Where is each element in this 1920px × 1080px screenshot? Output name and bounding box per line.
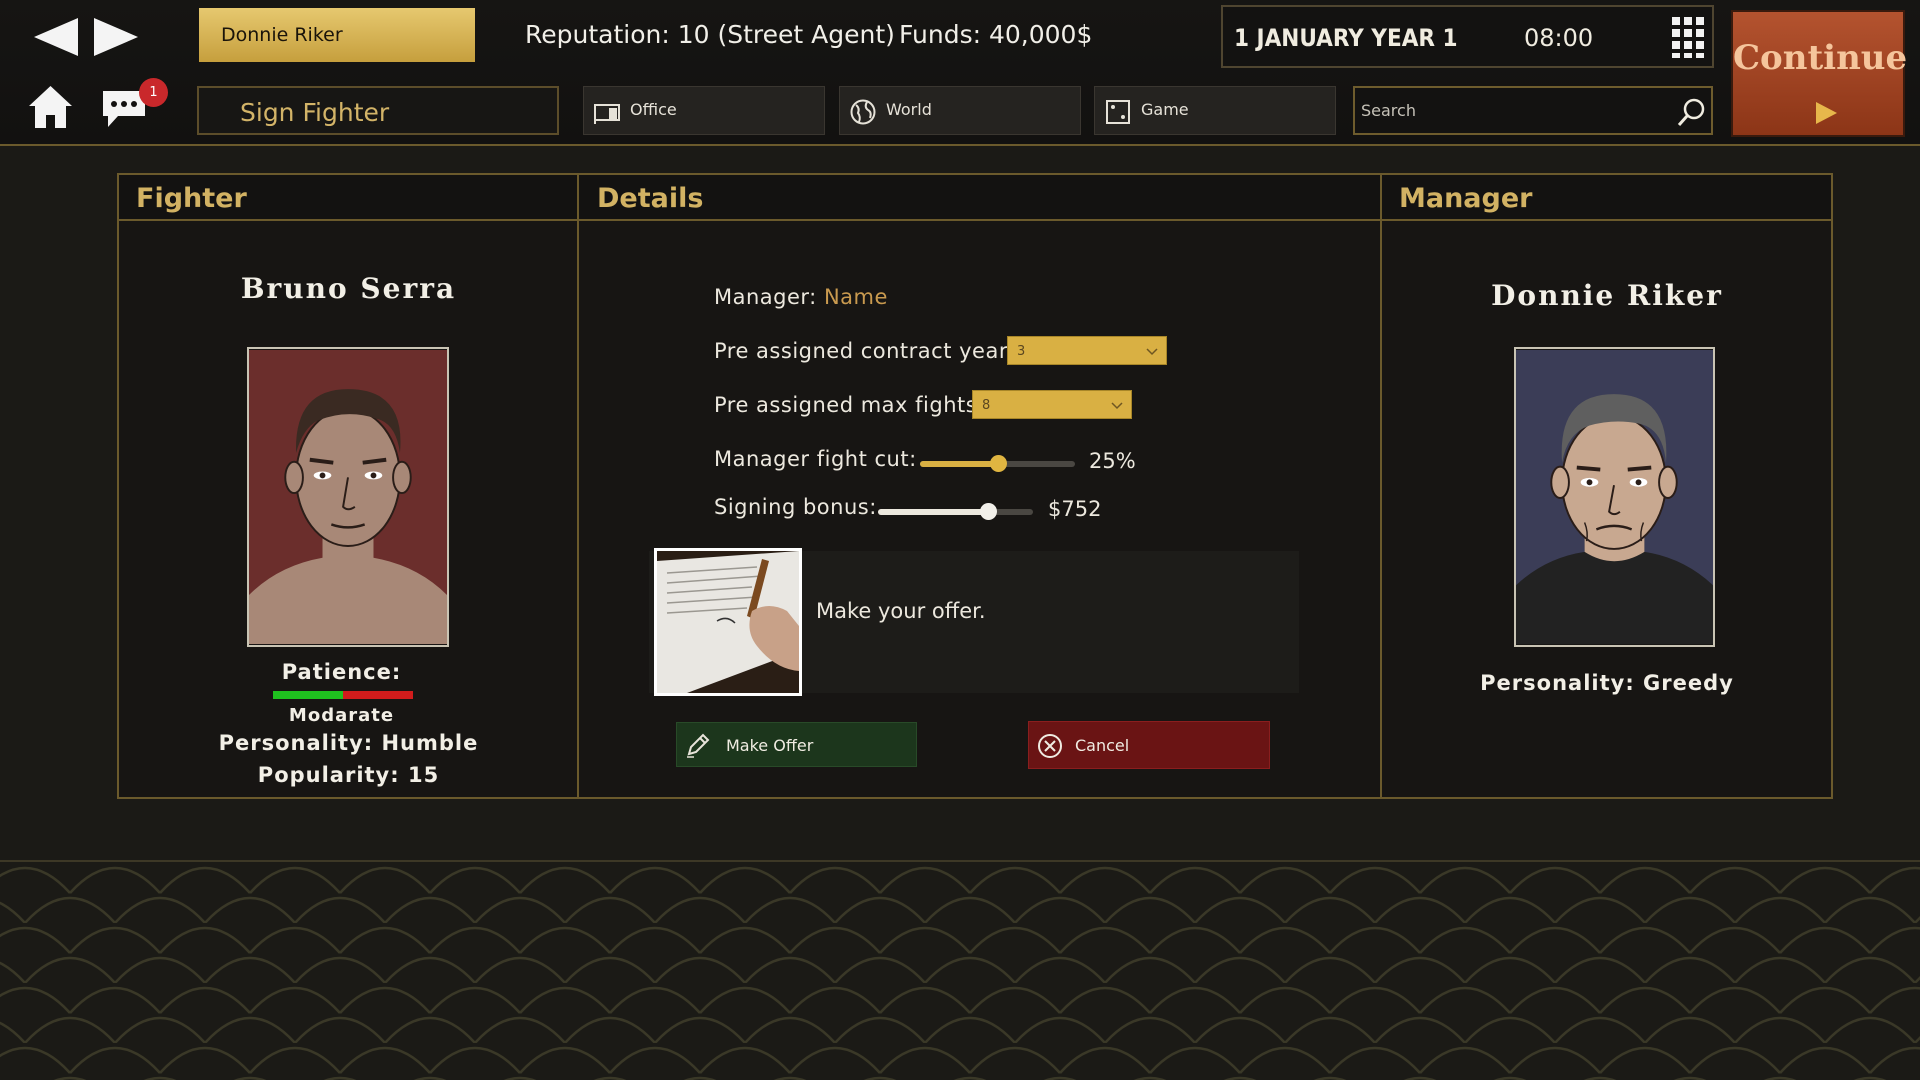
fight-cut-slider-fill [920,461,998,467]
offer-prompt: Make your offer. [816,599,986,623]
column-divider [577,175,579,797]
manager-portrait [1514,347,1715,647]
max-fights-select[interactable]: 8 [972,390,1132,419]
contract-years-select[interactable]: 3 [1007,336,1167,365]
world-menu-label: World [886,100,932,119]
signing-bonus-label: Signing bonus: [714,495,877,519]
fight-cut-slider-knob[interactable] [990,455,1007,472]
signing-bonus-value: $752 [1048,497,1102,521]
fighter-column-title: Fighter [136,183,247,214]
page-title: Sign Fighter [240,98,390,127]
fighter-name: Bruno Serra [240,272,457,305]
office-menu-label: Office [630,100,677,119]
panel-header: Fighter Details Manager [119,175,1831,221]
pencil-icon [687,733,710,758]
dice-icon [1106,100,1130,124]
max-fights-label: Pre assigned max fights: [714,393,985,417]
world-menu-button[interactable]: World [839,86,1081,135]
home-icon[interactable] [27,84,74,130]
game-menu-label: Game [1141,100,1189,119]
patience-value: Modarate [288,705,395,726]
manager-personality: Personality: Greedy [1480,671,1734,695]
continue-label: Continue [1733,38,1908,78]
contract-years-value: 3 [1017,344,1026,359]
globe-icon [850,99,876,125]
patience-bar [273,691,413,699]
fighter-personality: Personality: Humble [218,731,479,755]
time-text: 08:00 [1524,24,1594,52]
fight-cut-value: 25% [1089,449,1136,473]
chevron-down-icon [1146,348,1158,356]
search-box [1353,86,1713,135]
back-arrow-icon[interactable] [28,14,84,60]
office-icon [594,104,620,124]
column-divider [1380,175,1382,797]
chevron-down-icon [1111,402,1123,410]
grid-menu-icon[interactable] [1671,15,1706,59]
manager-name-row: Manager: Name [714,285,888,309]
patience-label: Patience: [281,660,402,684]
manager-column-title: Manager [1399,183,1533,214]
office-menu-button[interactable]: Office [583,86,825,135]
details-column-title: Details [597,183,704,214]
make-offer-button[interactable]: Make Offer [676,722,917,767]
agent-name: Donnie Riker [221,24,343,46]
search-icon[interactable] [1676,97,1707,128]
make-offer-label: Make Offer [726,736,814,755]
manager-label: Manager: [714,285,817,309]
continue-button[interactable]: Continue [1731,10,1908,137]
manager-name-value: Name [823,285,888,309]
chat-notification-badge: 1 [139,78,168,107]
play-arrow-icon [1816,102,1837,124]
close-circle-icon [1038,734,1062,758]
funds-text: Funds: 40,000$ [899,20,1093,49]
fighter-portrait [247,347,449,647]
signing-bonus-slider[interactable] [878,509,1033,515]
signing-bonus-slider-knob[interactable] [980,503,997,520]
fighter-popularity: Popularity: 15 [257,763,440,787]
date-time-box: 1 JANUARY YEAR 1 08:00 [1221,5,1714,68]
background-pattern [0,863,1920,1080]
cancel-button[interactable]: Cancel [1028,721,1270,769]
contract-signing-image [654,548,802,696]
forward-arrow-icon[interactable] [88,14,144,60]
manager-name: Donnie Riker [1491,279,1723,312]
sign-fighter-panel: Fighter Details Manager Bruno Serra Pati… [117,173,1833,799]
max-fights-value: 8 [982,398,991,413]
date-text: 1 JANUARY YEAR 1 [1234,24,1458,52]
page-title-box: Sign Fighter [197,86,559,135]
patience-bar-fill [273,691,343,699]
fight-cut-label: Manager fight cut: [714,447,917,471]
reputation-text: Reputation: 10 (Street Agent) [525,20,895,49]
background-divider [0,860,1920,862]
signing-bonus-slider-fill [878,509,988,515]
cancel-label: Cancel [1075,736,1130,755]
agent-name-box[interactable]: Donnie Riker [199,8,475,62]
search-input[interactable] [1361,94,1661,127]
game-menu-button[interactable]: Game [1094,86,1336,135]
patience-bar-remainder [343,691,413,699]
contract-years-label: Pre assigned contract years: [714,339,1027,363]
